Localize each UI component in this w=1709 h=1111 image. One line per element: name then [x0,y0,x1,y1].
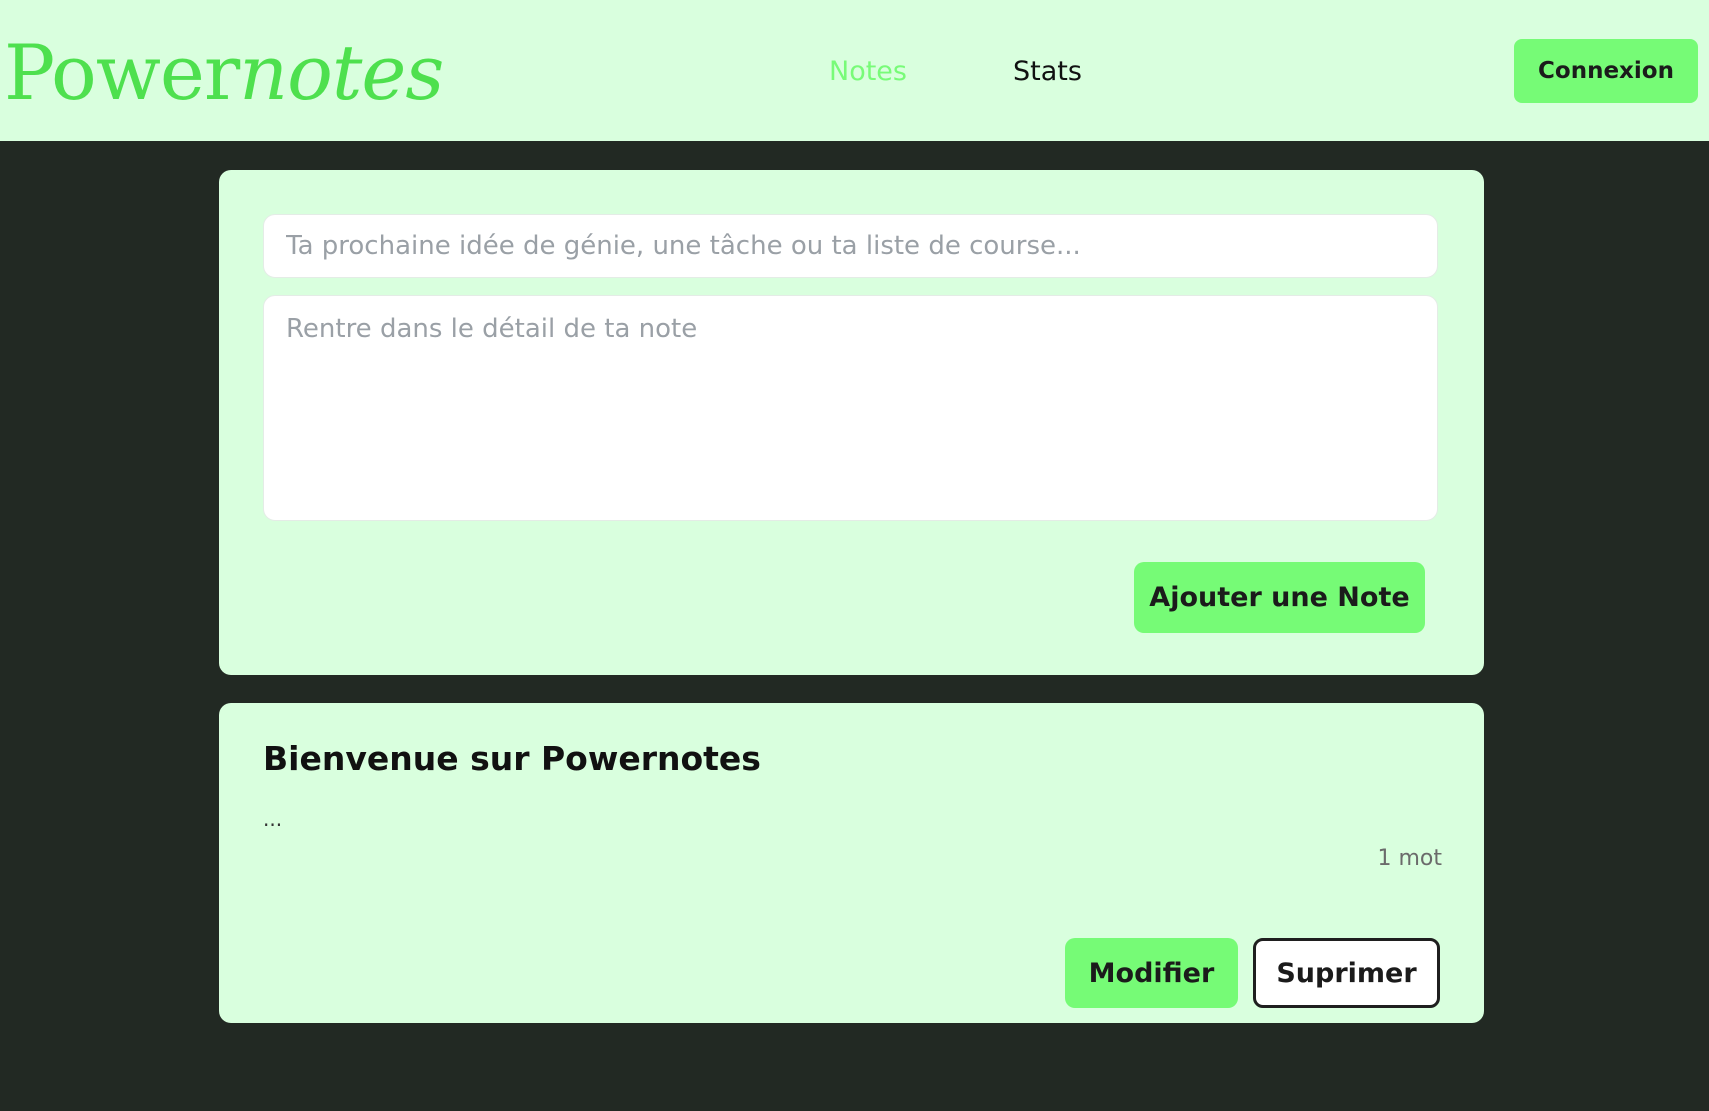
delete-note-button[interactable]: Suprimer [1253,938,1440,1008]
nav-link-stats[interactable]: Stats [1013,54,1082,90]
app-logo[interactable]: Powernotes [4,28,444,118]
add-note-button[interactable]: Ajouter une Note [1134,562,1425,633]
nav-link-notes[interactable]: Notes [829,54,907,90]
edit-note-button[interactable]: Modifier [1065,938,1238,1008]
note-body-textarea[interactable] [263,295,1438,521]
note-title: Bienvenue sur Powernotes [263,739,761,778]
top-navbar: Powernotes Notes Stats Connexion [0,0,1709,141]
login-button[interactable]: Connexion [1514,39,1698,103]
logo-text-italic: notes [239,28,444,117]
note-body: ... [263,807,283,831]
logo-text-regular: Power [4,28,240,117]
note-title-input[interactable] [263,214,1438,278]
note-card: Bienvenue sur Powernotes ... 1 mot Modif… [219,703,1484,1023]
note-word-count: 1 mot [1377,846,1442,871]
note-form-card: Ajouter une Note [219,170,1484,675]
